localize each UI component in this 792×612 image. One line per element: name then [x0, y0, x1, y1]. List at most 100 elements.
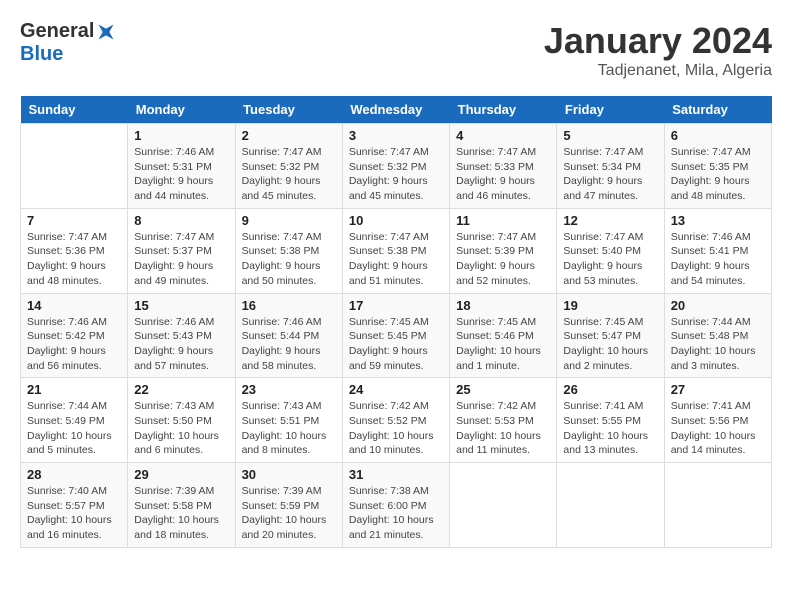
calendar-cell: 7 Sunrise: 7:47 AMSunset: 5:36 PMDaylight… — [21, 208, 128, 293]
calendar-cell: 2Sunrise: 7:47 AMSunset: 5:32 PMDaylight… — [235, 124, 342, 209]
day-info: Sunrise: 7:47 AMSunset: 5:35 PMDaylight:… — [671, 145, 765, 204]
logo-bird-icon — [96, 22, 116, 42]
day-info: Sunrise: 7:47 AMSunset: 5:38 PMDaylight:… — [349, 230, 443, 289]
calendar-cell: 3 Sunrise: 7:47 AMSunset: 5:32 PMDaylight… — [342, 124, 449, 209]
day-info: Sunrise: 7:47 AMSunset: 5:36 PMDaylight:… — [27, 230, 121, 289]
calendar-cell: 26 Sunrise: 7:41 AMSunset: 5:55 PMDayligh… — [557, 378, 664, 463]
calendar-week-row: 28 Sunrise: 7:40 AMSunset: 5:57 PMDayligh… — [21, 463, 772, 548]
calendar-week-row: 7 Sunrise: 7:47 AMSunset: 5:36 PMDaylight… — [21, 208, 772, 293]
calendar-cell: 15 Sunrise: 7:46 AMSunset: 5:43 PMDayligh… — [128, 293, 235, 378]
day-number: 11 — [456, 213, 550, 228]
calendar-cell: 21Sunrise: 7:44 AMSunset: 5:49 PMDayligh… — [21, 378, 128, 463]
calendar-cell: 19 Sunrise: 7:45 AMSunset: 5:47 PMDayligh… — [557, 293, 664, 378]
day-number: 2 — [242, 128, 336, 143]
day-info: Sunrise: 7:45 AMSunset: 5:46 PMDaylight:… — [456, 315, 550, 374]
calendar-cell: 14 Sunrise: 7:46 AMSunset: 5:42 PMDayligh… — [21, 293, 128, 378]
day-info: Sunrise: 7:46 AMSunset: 5:44 PMDaylight:… — [242, 315, 336, 374]
calendar-week-row: 1Sunrise: 7:46 AMSunset: 5:31 PMDaylight… — [21, 124, 772, 209]
calendar-cell: 27 Sunrise: 7:41 AMSunset: 5:56 PMDayligh… — [664, 378, 771, 463]
day-number: 22 — [134, 382, 228, 397]
calendar-cell: 12 Sunrise: 7:47 AMSunset: 5:40 PMDayligh… — [557, 208, 664, 293]
day-number: 1 — [134, 128, 228, 143]
day-number: 29 — [134, 467, 228, 482]
calendar-cell: 17 Sunrise: 7:45 AMSunset: 5:45 PMDayligh… — [342, 293, 449, 378]
calendar-cell: 4 Sunrise: 7:47 AMSunset: 5:33 PMDaylight… — [450, 124, 557, 209]
day-number: 5 — [563, 128, 657, 143]
title-section: January 2024 Tadjenanet, Mila, Algeria — [544, 20, 772, 80]
day-header-sunday: Sunday — [21, 96, 128, 124]
day-info: Sunrise: 7:41 AMSunset: 5:55 PMDaylight:… — [563, 399, 657, 458]
calendar-cell: 24Sunrise: 7:42 AMSunset: 5:52 PMDayligh… — [342, 378, 449, 463]
day-number: 3 — [349, 128, 443, 143]
day-info: Sunrise: 7:47 AMSunset: 5:40 PMDaylight:… — [563, 230, 657, 289]
day-info: Sunrise: 7:47 AMSunset: 5:33 PMDaylight:… — [456, 145, 550, 204]
day-info: Sunrise: 7:40 AMSunset: 5:57 PMDaylight:… — [27, 484, 121, 543]
calendar-cell: 31 Sunrise: 7:38 AMSunset: 6:00 PMDayligh… — [342, 463, 449, 548]
day-info: Sunrise: 7:46 AMSunset: 5:41 PMDaylight:… — [671, 230, 765, 289]
calendar-cell — [664, 463, 771, 548]
day-info: Sunrise: 7:45 AMSunset: 5:47 PMDaylight:… — [563, 315, 657, 374]
location-subtitle: Tadjenanet, Mila, Algeria — [544, 62, 772, 80]
calendar-cell: 22 Sunrise: 7:43 AMSunset: 5:50 PMDayligh… — [128, 378, 235, 463]
calendar-cell: 11Sunrise: 7:47 AMSunset: 5:39 PMDayligh… — [450, 208, 557, 293]
calendar-cell: 18 Sunrise: 7:45 AMSunset: 5:46 PMDayligh… — [450, 293, 557, 378]
day-header-wednesday: Wednesday — [342, 96, 449, 124]
day-number: 31 — [349, 467, 443, 482]
day-info: Sunrise: 7:45 AMSunset: 5:45 PMDaylight:… — [349, 315, 443, 374]
calendar-cell: 5 Sunrise: 7:47 AMSunset: 5:34 PMDaylight… — [557, 124, 664, 209]
day-info: Sunrise: 7:47 AMSunset: 5:37 PMDaylight:… — [134, 230, 228, 289]
day-header-tuesday: Tuesday — [235, 96, 342, 124]
day-info: Sunrise: 7:41 AMSunset: 5:56 PMDaylight:… — [671, 399, 765, 458]
calendar-cell: 29 Sunrise: 7:39 AMSunset: 5:58 PMDayligh… — [128, 463, 235, 548]
day-info: Sunrise: 7:42 AMSunset: 5:53 PMDaylight:… — [456, 399, 550, 458]
month-title: January 2024 — [544, 20, 772, 62]
day-number: 23 — [242, 382, 336, 397]
day-info: Sunrise: 7:47 AMSunset: 5:38 PMDaylight:… — [242, 230, 336, 289]
day-number: 26 — [563, 382, 657, 397]
day-number: 10 — [349, 213, 443, 228]
calendar-header-row: SundayMondayTuesdayWednesdayThursdayFrid… — [21, 96, 772, 124]
day-number: 12 — [563, 213, 657, 228]
day-info: Sunrise: 7:43 AMSunset: 5:51 PMDaylight:… — [242, 399, 336, 458]
day-info: Sunrise: 7:44 AMSunset: 5:48 PMDaylight:… — [671, 315, 765, 374]
calendar-cell: 28 Sunrise: 7:40 AMSunset: 5:57 PMDayligh… — [21, 463, 128, 548]
day-info: Sunrise: 7:38 AMSunset: 6:00 PMDaylight:… — [349, 484, 443, 543]
day-number: 6 — [671, 128, 765, 143]
day-number: 14 — [27, 298, 121, 313]
day-info: Sunrise: 7:47 AMSunset: 5:32 PMDaylight:… — [349, 145, 443, 204]
calendar-cell — [557, 463, 664, 548]
day-number: 17 — [349, 298, 443, 313]
day-number: 16 — [242, 298, 336, 313]
calendar-cell: 8 Sunrise: 7:47 AMSunset: 5:37 PMDaylight… — [128, 208, 235, 293]
day-number: 9 — [242, 213, 336, 228]
day-info: Sunrise: 7:44 AMSunset: 5:49 PMDaylight:… — [27, 399, 121, 458]
day-number: 18 — [456, 298, 550, 313]
day-info: Sunrise: 7:47 AMSunset: 5:34 PMDaylight:… — [563, 145, 657, 204]
calendar-cell — [450, 463, 557, 548]
calendar-cell: 10 Sunrise: 7:47 AMSunset: 5:38 PMDayligh… — [342, 208, 449, 293]
day-number: 19 — [563, 298, 657, 313]
day-number: 15 — [134, 298, 228, 313]
calendar-cell: 1Sunrise: 7:46 AMSunset: 5:31 PMDaylight… — [128, 124, 235, 209]
calendar-cell: 30Sunrise: 7:39 AMSunset: 5:59 PMDayligh… — [235, 463, 342, 548]
day-info: Sunrise: 7:46 AMSunset: 5:42 PMDaylight:… — [27, 315, 121, 374]
calendar-cell: 13 Sunrise: 7:46 AMSunset: 5:41 PMDayligh… — [664, 208, 771, 293]
day-info: Sunrise: 7:43 AMSunset: 5:50 PMDaylight:… — [134, 399, 228, 458]
day-number: 28 — [27, 467, 121, 482]
logo-general-text: General — [20, 20, 94, 43]
day-number: 13 — [671, 213, 765, 228]
calendar-cell: 23 Sunrise: 7:43 AMSunset: 5:51 PMDayligh… — [235, 378, 342, 463]
day-number: 8 — [134, 213, 228, 228]
day-info: Sunrise: 7:46 AMSunset: 5:43 PMDaylight:… — [134, 315, 228, 374]
day-info: Sunrise: 7:39 AMSunset: 5:58 PMDaylight:… — [134, 484, 228, 543]
day-number: 4 — [456, 128, 550, 143]
calendar-cell: 25Sunrise: 7:42 AMSunset: 5:53 PMDayligh… — [450, 378, 557, 463]
day-number: 30 — [242, 467, 336, 482]
calendar-week-row: 14 Sunrise: 7:46 AMSunset: 5:42 PMDayligh… — [21, 293, 772, 378]
day-number: 27 — [671, 382, 765, 397]
calendar-cell: 6 Sunrise: 7:47 AMSunset: 5:35 PMDaylight… — [664, 124, 771, 209]
calendar-cell: 20 Sunrise: 7:44 AMSunset: 5:48 PMDayligh… — [664, 293, 771, 378]
day-number: 24 — [349, 382, 443, 397]
day-number: 7 — [27, 213, 121, 228]
day-number: 20 — [671, 298, 765, 313]
